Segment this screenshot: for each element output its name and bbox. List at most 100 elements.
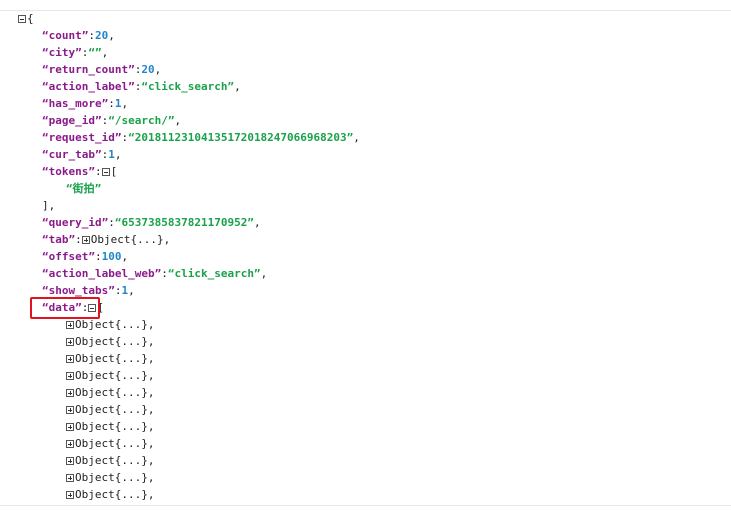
collapsed-object: Object{...},: [75, 369, 155, 382]
json-field-row: “return_count”:20,: [42, 62, 161, 78]
json-key: “city”: [42, 46, 82, 59]
data-array-item-row: Object{...},: [66, 470, 154, 486]
colon: :: [75, 233, 82, 246]
comma: ,: [101, 46, 109, 59]
collapsed-object: Object{...},: [75, 335, 155, 348]
comma: ,: [114, 148, 122, 161]
json-value: “”: [88, 46, 102, 59]
comma: ,: [234, 80, 241, 93]
data-array-item-row: Object{...},: [66, 351, 154, 367]
json-value: “click_search”: [167, 267, 261, 280]
expand-toggle-icon[interactable]: [66, 491, 74, 499]
collapsed-object: Object{...},: [75, 386, 155, 399]
json-key: “action_label_web”: [42, 267, 162, 280]
json-key: “return_count”: [42, 63, 135, 76]
comma: ,: [128, 284, 135, 297]
bracket-close: ],: [42, 199, 56, 212]
json-value: 20: [141, 63, 155, 76]
data-array-item-row: Object{...},: [66, 385, 154, 401]
json-value: 1: [108, 148, 115, 161]
colon: :: [94, 165, 102, 178]
colon: :: [94, 250, 102, 263]
data-array-item-row: Object{...},: [66, 487, 154, 503]
json-key: “cur_tab”: [42, 148, 102, 161]
data-array-item-row: Object{...},: [66, 402, 154, 418]
data-array-item-row: Object{...},: [66, 453, 154, 469]
expand-toggle-icon[interactable]: [66, 338, 74, 346]
collapse-toggle-icon[interactable]: [101, 168, 110, 176]
json-field-row: “request_id”:“20181123104135172018247066…: [42, 130, 360, 146]
json-field-row: “count”:20,: [42, 28, 115, 44]
comma: ,: [353, 131, 360, 144]
expand-toggle-icon[interactable]: [66, 389, 74, 397]
collapsed-object: Object{...},: [75, 437, 155, 450]
expand-toggle-icon[interactable]: [66, 321, 74, 329]
data-key-highlight-box: [30, 297, 100, 319]
json-field-row: “action_label”:“click_search”,: [42, 79, 241, 95]
collapsed-object: Object{...},: [75, 488, 155, 501]
collapsed-object: Object{...},: [90, 233, 171, 246]
bracket-open: [: [110, 165, 118, 178]
collapse-toggle-icon[interactable]: [18, 15, 26, 23]
colon: :: [88, 29, 95, 42]
json-field-row: “page_id”:“/search/”,: [42, 113, 181, 129]
json-value: “/search/”: [108, 114, 175, 127]
json-field-row: “offset”:100,: [42, 249, 128, 265]
json-key: “request_id”: [42, 131, 122, 144]
json-value: “街拍”: [66, 182, 102, 195]
comma: ,: [108, 29, 115, 42]
json-key: “tab”: [42, 233, 76, 246]
comma: ,: [121, 250, 129, 263]
json-key: “show_tabs”: [42, 284, 115, 297]
json-key: “page_id”: [42, 114, 102, 127]
json-key: “offset”: [42, 250, 95, 263]
collapsed-object: Object{...},: [75, 420, 155, 433]
expand-toggle-icon[interactable]: [81, 236, 90, 244]
expand-toggle-icon[interactable]: [66, 423, 74, 431]
json-field-row-tab: “tab”: Object{...},: [42, 232, 170, 248]
comma: ,: [154, 63, 162, 76]
data-array-item-row: Object{...},: [66, 368, 154, 384]
data-array-item-row: Object{...},: [66, 436, 154, 452]
comma: ,: [121, 97, 129, 110]
collapsed-object: Object{...},: [75, 352, 155, 365]
collapsed-object: Object{...},: [75, 471, 155, 484]
comma: ,: [260, 267, 268, 280]
collapsed-object: Object{...},: [75, 454, 155, 467]
data-array-item-row: Object{...},: [66, 334, 154, 350]
brace-open: {: [27, 12, 34, 25]
json-value: “20181123104135172018247066968203”: [128, 131, 354, 144]
comma: ,: [253, 216, 261, 229]
json-field-row: “query_id”:“6537385837821170952”,: [42, 215, 261, 231]
colon: :: [108, 97, 115, 110]
expand-toggle-icon[interactable]: [66, 457, 74, 465]
expand-toggle-icon[interactable]: [66, 474, 74, 482]
json-value: “6537385837821170952”: [114, 216, 254, 229]
expand-toggle-icon[interactable]: [66, 406, 74, 414]
json-root-row: {: [18, 11, 34, 27]
expand-toggle-icon[interactable]: [66, 355, 74, 363]
expand-toggle-icon[interactable]: [66, 440, 74, 448]
json-key: “has_more”: [42, 97, 109, 110]
colon: :: [161, 267, 168, 280]
json-key: “query_id”: [42, 216, 109, 229]
json-value: 20: [94, 29, 109, 42]
colon: :: [108, 216, 115, 229]
json-field-row: “action_label_web”:“click_search”,: [42, 266, 267, 282]
json-key: “tokens”: [42, 165, 95, 178]
expand-toggle-icon[interactable]: [66, 372, 74, 380]
comma: ,: [174, 114, 182, 127]
collapsed-object: Object{...},: [75, 403, 155, 416]
json-key: “action_label”: [42, 80, 135, 93]
json-value: 100: [101, 250, 122, 263]
json-field-row: “city”:“”,: [42, 45, 108, 61]
json-field-row: “cur_tab”:1,: [42, 147, 121, 163]
collapsed-object: Object{...},: [75, 318, 155, 331]
data-array-item-row: Object{...},: [66, 317, 154, 333]
tokens-close-row: ],: [42, 198, 55, 214]
bottom-divider: [0, 505, 731, 506]
json-field-row-tokens: “tokens”: [: [42, 164, 117, 180]
data-array-item-row: Object{...},: [66, 419, 154, 435]
json-viewer: {“count”:20, “city”:“”, “return_count”:20,…: [0, 0, 731, 521]
tokens-item-row: “街拍”: [66, 181, 101, 197]
